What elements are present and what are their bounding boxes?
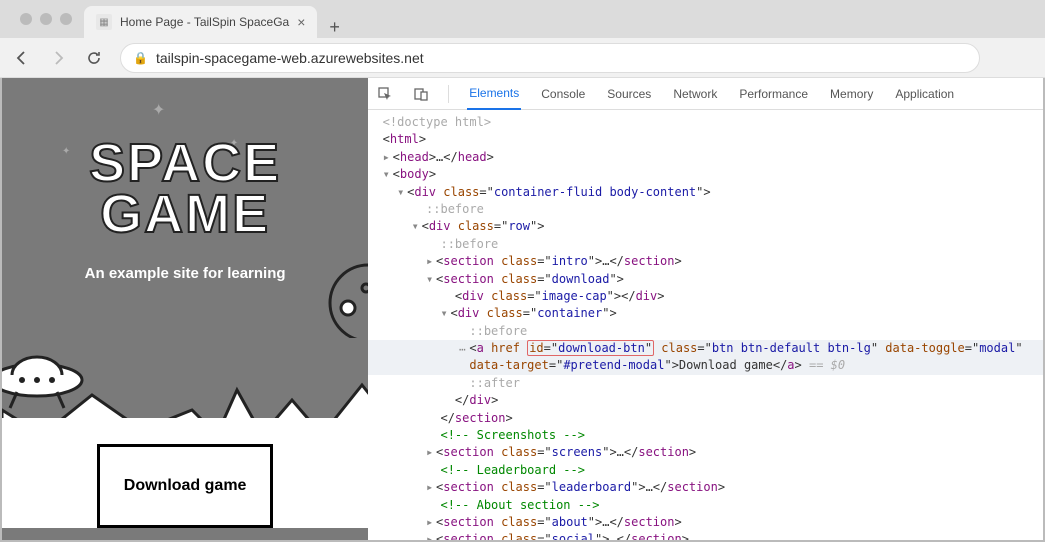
- hero-section: SPACEGAME An example site for learning: [2, 78, 368, 282]
- dom-node[interactable]: ▾<body>: [368, 166, 1043, 183]
- divider: [448, 85, 449, 103]
- dom-comment[interactable]: <!-- Screenshots -->: [368, 427, 1043, 444]
- dom-node[interactable]: ▸<section class="intro">…</section>: [368, 253, 1043, 270]
- ellipsis-icon[interactable]: ⋯: [459, 342, 466, 358]
- dom-node[interactable]: ▾<div class="row">: [368, 218, 1043, 235]
- url-text: tailspin-spacegame-web.azurewebsites.net: [156, 50, 424, 66]
- dom-node[interactable]: <html>: [368, 131, 1043, 148]
- devtools-panel: Elements Console Sources Network Perform…: [368, 78, 1043, 540]
- dom-pseudo[interactable]: ::before: [368, 236, 1043, 253]
- reload-button[interactable]: [84, 48, 104, 68]
- tab-elements[interactable]: Elements: [467, 78, 521, 110]
- close-window-icon[interactable]: [20, 13, 32, 25]
- tab-title: Home Page - TailSpin SpaceGa: [120, 15, 289, 29]
- dom-node[interactable]: ▸<section class="screens">…</section>: [368, 444, 1043, 461]
- tab-memory[interactable]: Memory: [828, 79, 875, 109]
- browser-chrome: ▦ Home Page - TailSpin SpaceGa × + 🔒 tai…: [0, 0, 1045, 78]
- favicon-icon: ▦: [96, 14, 112, 30]
- dom-node[interactable]: ▾<div class="container">: [368, 305, 1043, 322]
- page-subtitle: An example site for learning: [2, 265, 368, 282]
- download-game-button[interactable]: Download game: [97, 444, 274, 528]
- tab-console[interactable]: Console: [539, 79, 587, 109]
- dom-node[interactable]: ▸<section class="about">…</section>: [368, 514, 1043, 531]
- tab-strip: ▦ Home Page - TailSpin SpaceGa × +: [0, 0, 1045, 38]
- dom-selected-node[interactable]: ⋯ <a href id="download-btn" class="btn b…: [368, 340, 1043, 357]
- back-button[interactable]: [12, 48, 32, 68]
- new-tab-button[interactable]: +: [317, 17, 352, 38]
- download-section: Download game: [2, 418, 368, 528]
- tab-network[interactable]: Network: [671, 79, 719, 109]
- maximize-window-icon[interactable]: [60, 13, 72, 25]
- address-bar[interactable]: 🔒 tailspin-spacegame-web.azurewebsites.n…: [120, 43, 980, 73]
- dom-node[interactable]: ▸<section class="social">…</section>: [368, 531, 1043, 540]
- dom-node[interactable]: ▾<div class="container-fluid body-conten…: [368, 184, 1043, 201]
- devtools-tabs: Elements Console Sources Network Perform…: [368, 78, 1043, 110]
- device-toolbar-icon[interactable]: [412, 85, 430, 103]
- dom-pseudo[interactable]: ::after: [368, 375, 1043, 392]
- dom-node[interactable]: ▾<section class="download">: [368, 271, 1043, 288]
- webpage-viewport: ✦ ✦ ✦ SPACEGAME An example site for lear…: [2, 78, 368, 540]
- forward-button[interactable]: [48, 48, 68, 68]
- tab-sources[interactable]: Sources: [605, 79, 653, 109]
- dom-selected-node[interactable]: data-target="#pretend-modal">Download ga…: [368, 357, 1043, 374]
- dom-doctype[interactable]: <!doctype html>: [368, 114, 1043, 131]
- close-tab-icon[interactable]: ×: [297, 14, 305, 30]
- dom-node[interactable]: </div>: [368, 392, 1043, 409]
- window-controls[interactable]: [8, 0, 84, 38]
- dom-comment[interactable]: <!-- Leaderboard -->: [368, 462, 1043, 479]
- dom-node[interactable]: </section>: [368, 410, 1043, 427]
- dom-pseudo[interactable]: ::before: [368, 201, 1043, 218]
- dom-pseudo[interactable]: ::before: [368, 323, 1043, 340]
- dom-node[interactable]: ▸<section class="leaderboard">…</section…: [368, 479, 1043, 496]
- page-title: SPACEGAME: [2, 138, 368, 241]
- tab-application[interactable]: Application: [893, 79, 956, 109]
- minimize-window-icon[interactable]: [40, 13, 52, 25]
- dom-comment[interactable]: <!-- About section -->: [368, 497, 1043, 514]
- dom-node[interactable]: ▸<head>…</head>: [368, 149, 1043, 166]
- lock-icon: 🔒: [133, 51, 148, 65]
- inspect-element-icon[interactable]: [376, 85, 394, 103]
- dom-node[interactable]: <div class="image-cap"></div>: [368, 288, 1043, 305]
- browser-toolbar: 🔒 tailspin-spacegame-web.azurewebsites.n…: [0, 38, 1045, 78]
- elements-tree[interactable]: <!doctype html> <html> ▸<head>…</head> ▾…: [368, 110, 1043, 540]
- content-area: ✦ ✦ ✦ SPACEGAME An example site for lear…: [0, 78, 1045, 542]
- browser-tab[interactable]: ▦ Home Page - TailSpin SpaceGa ×: [84, 6, 317, 38]
- tab-performance[interactable]: Performance: [737, 79, 810, 109]
